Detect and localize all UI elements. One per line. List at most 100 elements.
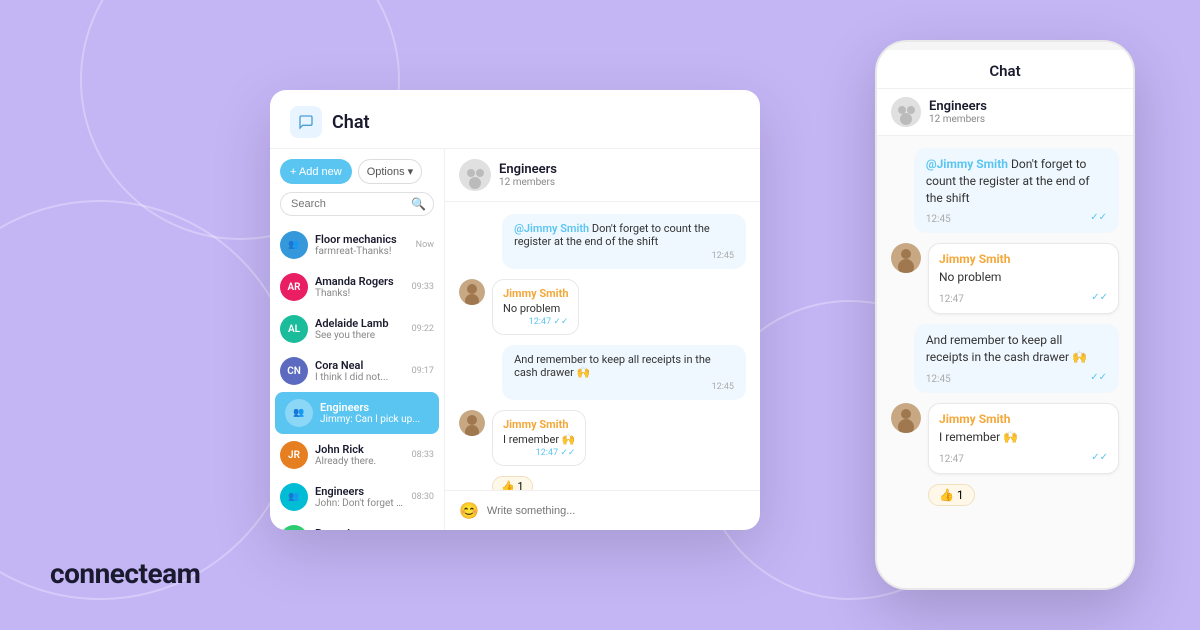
sidebar-item[interactable]: 👥 Floor mechanics farmreat-Thanks! Now bbox=[270, 224, 444, 266]
mobile-message-time: 12:45 bbox=[926, 214, 951, 225]
sidebar-item[interactable]: JR John Rick Already there. 08:33 bbox=[270, 434, 444, 476]
message-time: 12:45 bbox=[514, 251, 734, 261]
avatar: AR bbox=[280, 273, 308, 301]
sidebar-item-time: 09:22 bbox=[412, 324, 434, 334]
mobile-group-avatar bbox=[891, 97, 921, 127]
avatar: JR bbox=[280, 441, 308, 469]
message-system-2: And remember to keep all receipts in the… bbox=[502, 345, 746, 400]
options-button[interactable]: Options ▾ bbox=[358, 159, 423, 184]
sidebar-item[interactable]: RL Roger Lee I think I did not... 08:15 bbox=[270, 518, 444, 530]
chat-messages: @Jimmy Smith Don't forget to count the r… bbox=[445, 202, 760, 490]
sidebar-item-engineers[interactable]: 👥 Engineers Jimmy: Can I pick up... bbox=[275, 392, 439, 434]
sidebar-item[interactable]: CN Cora Neal I think I did not... 09:17 bbox=[270, 350, 444, 392]
sidebar-item-info: Cora Neal I think I did not... bbox=[315, 359, 405, 383]
chat-header-avatar bbox=[459, 159, 491, 191]
sidebar-item-preview: I think I did not... bbox=[315, 372, 405, 383]
message-text: @Jimmy Smith Don't forget to count the r… bbox=[514, 222, 734, 248]
sidebar-item-info: John Rick Already there. bbox=[315, 443, 405, 467]
mobile-message-bubble: Jimmy Smith I remember 🙌 12:47 ✓✓ bbox=[928, 403, 1119, 474]
mobile-message-text: I remember 🙌 bbox=[939, 429, 1108, 446]
mobile-message-bubble: Jimmy Smith No problem 12:47 ✓✓ bbox=[928, 243, 1119, 314]
user-avatar bbox=[459, 410, 485, 436]
logo: connecteam bbox=[50, 557, 200, 590]
chat-group-name: Engineers bbox=[499, 162, 557, 177]
sidebar-item-info: Engineers John: Don't forget of any... bbox=[315, 485, 405, 509]
add-new-button[interactable]: + Add new bbox=[280, 159, 352, 184]
mobile-user-avatar bbox=[891, 403, 921, 433]
desktop-title: Chat bbox=[332, 112, 370, 133]
mobile-message-text: @Jimmy Smith Don't forget to count the r… bbox=[926, 156, 1107, 206]
message-text: I remember 🙌 bbox=[503, 433, 575, 446]
message-bubble: Jimmy Smith No problem 12:47 ✓✓ bbox=[492, 279, 579, 335]
mobile-group-info: Engineers 12 members bbox=[929, 99, 987, 125]
mobile-message-reaction[interactable]: 👍 1 bbox=[928, 484, 975, 506]
message-sender: Jimmy Smith bbox=[503, 287, 568, 300]
mobile-message-text: No problem bbox=[939, 269, 1108, 286]
message-user-2: Jimmy Smith I remember 🙌 12:47 ✓✓ bbox=[459, 410, 746, 466]
sidebar-item-info: Floor mechanics farmreat-Thanks! bbox=[315, 233, 409, 257]
sidebar-item-name: Adelaide Lamb bbox=[315, 317, 405, 330]
mobile-message-sender: Jimmy Smith bbox=[939, 412, 1108, 426]
sidebar-item-time: 08:30 bbox=[412, 492, 434, 502]
chat-header-info: Engineers 12 members bbox=[499, 162, 557, 188]
mobile-message-user-2: Jimmy Smith I remember 🙌 12:47 ✓✓ bbox=[891, 403, 1119, 474]
sidebar-item-name: Floor mechanics bbox=[315, 233, 409, 246]
sidebar: + Add new Options ▾ 🔍 👥 Floor mechanics … bbox=[270, 149, 445, 530]
mobile-header: Chat bbox=[877, 50, 1133, 89]
sidebar-item[interactable]: 👥 Engineers John: Don't forget of any...… bbox=[270, 476, 444, 518]
mobile-members-count: 12 members bbox=[929, 114, 987, 125]
message-reaction[interactable]: 👍 1 bbox=[492, 476, 533, 490]
mobile-message-sender: Jimmy Smith bbox=[939, 252, 1108, 266]
message-time: 12:47 ✓✓ bbox=[503, 448, 575, 458]
mobile-title: Chat bbox=[893, 62, 1117, 80]
mobile-message-meta: 12:47 ✓✓ bbox=[939, 450, 1108, 465]
mobile-message-time: 12:47 bbox=[939, 294, 964, 305]
sidebar-item[interactable]: AR Amanda Rogers Thanks! 09:33 bbox=[270, 266, 444, 308]
mobile-message-user-1: Jimmy Smith No problem 12:47 ✓✓ bbox=[891, 243, 1119, 314]
sidebar-actions: + Add new Options ▾ bbox=[270, 149, 444, 192]
chat-header: Engineers 12 members bbox=[445, 149, 760, 202]
avatar: 👥 bbox=[280, 483, 308, 511]
message-input[interactable] bbox=[487, 505, 746, 517]
search-icon: 🔍 bbox=[411, 197, 426, 211]
sidebar-search-container: 🔍 bbox=[280, 192, 434, 216]
mobile-message-time: 12:45 bbox=[926, 374, 951, 385]
mobile-message-text: And remember to keep all receipts in the… bbox=[926, 332, 1107, 366]
mobile-message-check: ✓✓ bbox=[1090, 212, 1107, 223]
sidebar-item-preview: Thanks! bbox=[315, 288, 405, 299]
sidebar-item-preview: Already there. bbox=[315, 456, 405, 467]
message-text: And remember to keep all receipts in the… bbox=[514, 353, 734, 379]
sidebar-item-name: Engineers bbox=[315, 485, 405, 498]
avatar: AL bbox=[280, 315, 308, 343]
sidebar-item-name: Roger Lee bbox=[315, 527, 405, 530]
chat-area: Engineers 12 members @Jimmy Smith Don't … bbox=[445, 149, 760, 530]
avatar: 👥 bbox=[285, 399, 313, 427]
avatar: 👥 bbox=[280, 231, 308, 259]
bg-decoration-2 bbox=[0, 200, 300, 600]
sidebar-item-name: Amanda Rogers bbox=[315, 275, 405, 288]
emoji-button[interactable]: 😊 bbox=[459, 501, 479, 520]
sidebar-item-preview: John: Don't forget of any... bbox=[315, 498, 405, 509]
sidebar-item-time: Now bbox=[416, 240, 434, 250]
desktop-header: Chat bbox=[270, 90, 760, 149]
message-time: 12:47 ✓✓ bbox=[503, 317, 568, 327]
chat-input-area: 😊 bbox=[445, 490, 760, 530]
desktop-card: Chat + Add new Options ▾ 🔍 👥 Floor mec bbox=[270, 90, 760, 530]
message-user-1: Jimmy Smith No problem 12:47 ✓✓ bbox=[459, 279, 746, 335]
mobile-messages: @Jimmy Smith Don't forget to count the r… bbox=[877, 136, 1133, 588]
message-system-1: @Jimmy Smith Don't forget to count the r… bbox=[502, 214, 746, 269]
mobile-message-system-2: And remember to keep all receipts in the… bbox=[914, 324, 1119, 393]
mobile-chat-header: Engineers 12 members bbox=[877, 89, 1133, 136]
sidebar-item-time: 08:33 bbox=[412, 450, 434, 460]
mobile-message-meta: 12:47 ✓✓ bbox=[939, 290, 1108, 305]
chat-icon bbox=[290, 106, 322, 138]
sidebar-item[interactable]: AL Adelaide Lamb See you there 09:22 bbox=[270, 308, 444, 350]
sidebar-item-time: 09:17 bbox=[412, 366, 434, 376]
message-sender: Jimmy Smith bbox=[503, 418, 575, 431]
logo-text: connecteam bbox=[50, 557, 200, 590]
sidebar-list: 👥 Floor mechanics farmreat-Thanks! Now A… bbox=[270, 224, 444, 530]
mobile-group-name: Engineers bbox=[929, 99, 987, 114]
mobile-message-check: ✓✓ bbox=[1091, 452, 1108, 463]
mobile-message-check: ✓✓ bbox=[1091, 292, 1108, 303]
sidebar-item-preview: Jimmy: Can I pick up... bbox=[320, 414, 422, 425]
